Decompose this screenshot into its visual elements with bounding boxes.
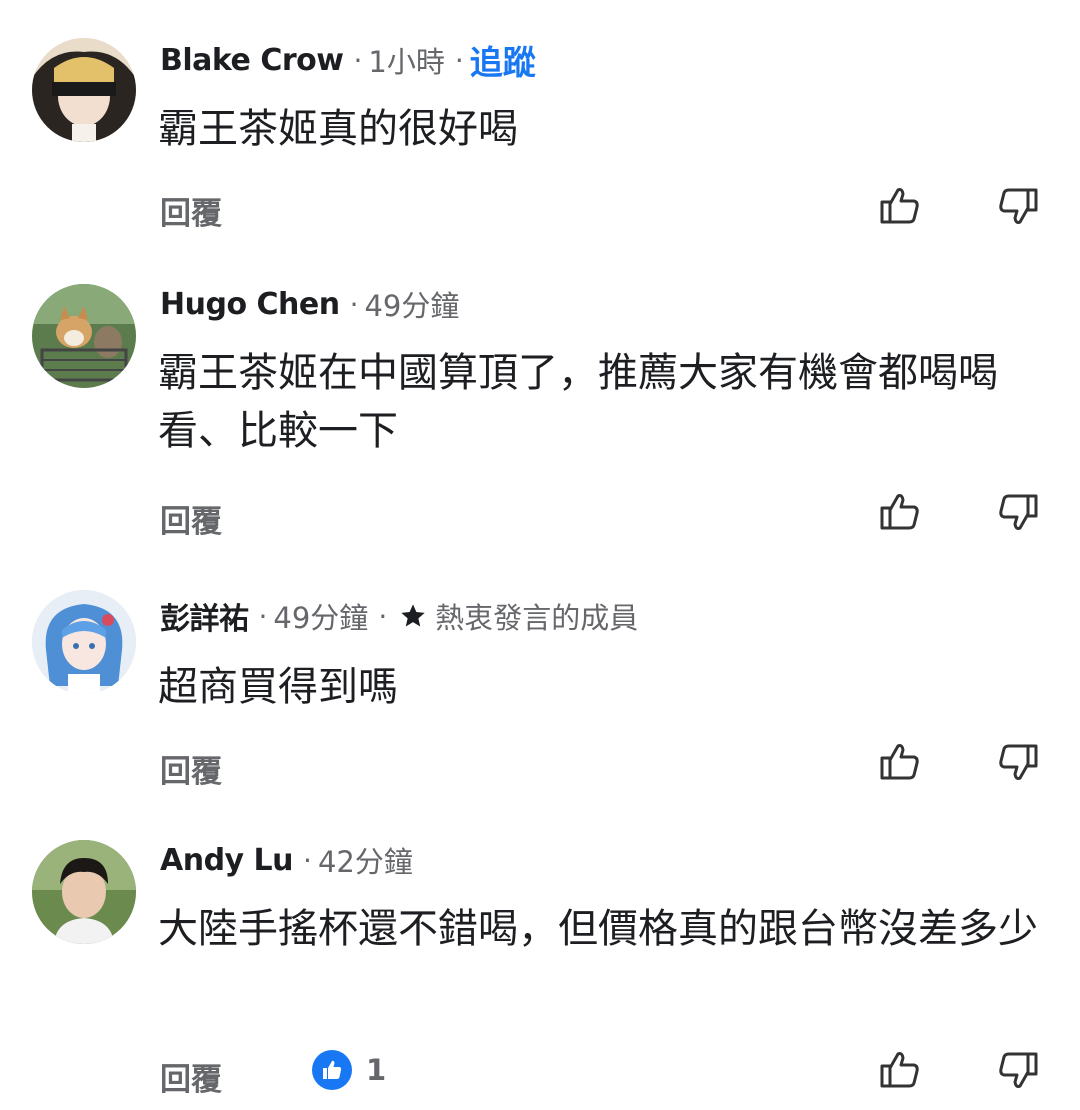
reply-button[interactable]: 回覆 [160, 1054, 222, 1099]
thumbs-down-icon[interactable] [996, 740, 1040, 784]
thumbs-down-icon[interactable] [996, 490, 1040, 534]
comment-text: 超商買得到嗎 [158, 664, 398, 710]
thumbs-up-icon[interactable] [878, 184, 922, 228]
avatar[interactable] [32, 840, 136, 944]
comment-time[interactable]: 49分鐘 [273, 595, 368, 637]
author-name[interactable]: Andy Lu [160, 843, 294, 878]
separator-dot: · [303, 843, 312, 877]
comment-header: Andy Lu · 42分鐘 [160, 838, 413, 882]
member-badge: 熱衷發言的成員 [435, 601, 639, 635]
comment-text: 霸王茶姬真的很好喝 [158, 106, 518, 152]
comment-time[interactable]: 42分鐘 [318, 839, 413, 881]
comment-header: 彭詳祐 · 49分鐘 · 熱衷發言的成員 [160, 594, 638, 638]
separator-dot: · [454, 43, 464, 77]
comment-text: 大陸手搖杯還不錯喝，但價格真的跟台幣沒差多少 [158, 906, 1038, 952]
follow-button[interactable]: 追蹤 [470, 36, 536, 84]
author-name[interactable]: 彭詳祐 [160, 594, 249, 638]
comment-header: Hugo Chen · 49分鐘 [160, 282, 459, 326]
avatar[interactable] [32, 38, 136, 142]
reply-button[interactable]: 回覆 [160, 496, 222, 541]
like-reaction-icon [312, 1050, 352, 1090]
comment-time[interactable]: 1小時 [368, 39, 444, 81]
avatar[interactable] [32, 590, 136, 694]
reply-button[interactable]: 回覆 [160, 188, 222, 233]
author-name[interactable]: Blake Crow [160, 43, 344, 78]
avatar[interactable] [32, 284, 136, 388]
thumbs-down-icon[interactable] [996, 1048, 1040, 1092]
separator-dot: · [378, 599, 388, 633]
separator-dot: · [353, 43, 363, 77]
like-count: 1 [366, 1053, 387, 1087]
comment-text: 霸王茶姬在中國算頂了，推薦大家有機會都喝喝看、比較一下 [158, 350, 998, 454]
comment-header: Blake Crow · 1小時 · 追蹤 [160, 36, 536, 84]
reaction-summary[interactable]: 1 [312, 1050, 386, 1090]
comment-time[interactable]: 49分鐘 [364, 283, 459, 325]
thumbs-up-icon[interactable] [878, 740, 922, 784]
separator-dot: · [258, 599, 268, 633]
thumbs-up-icon[interactable] [878, 1048, 922, 1092]
thumbs-down-icon[interactable] [996, 184, 1040, 228]
star-icon [399, 602, 427, 630]
separator-dot: · [349, 287, 359, 321]
author-name[interactable]: Hugo Chen [160, 287, 340, 322]
reply-button[interactable]: 回覆 [160, 746, 222, 791]
thumbs-up-icon[interactable] [878, 490, 922, 534]
